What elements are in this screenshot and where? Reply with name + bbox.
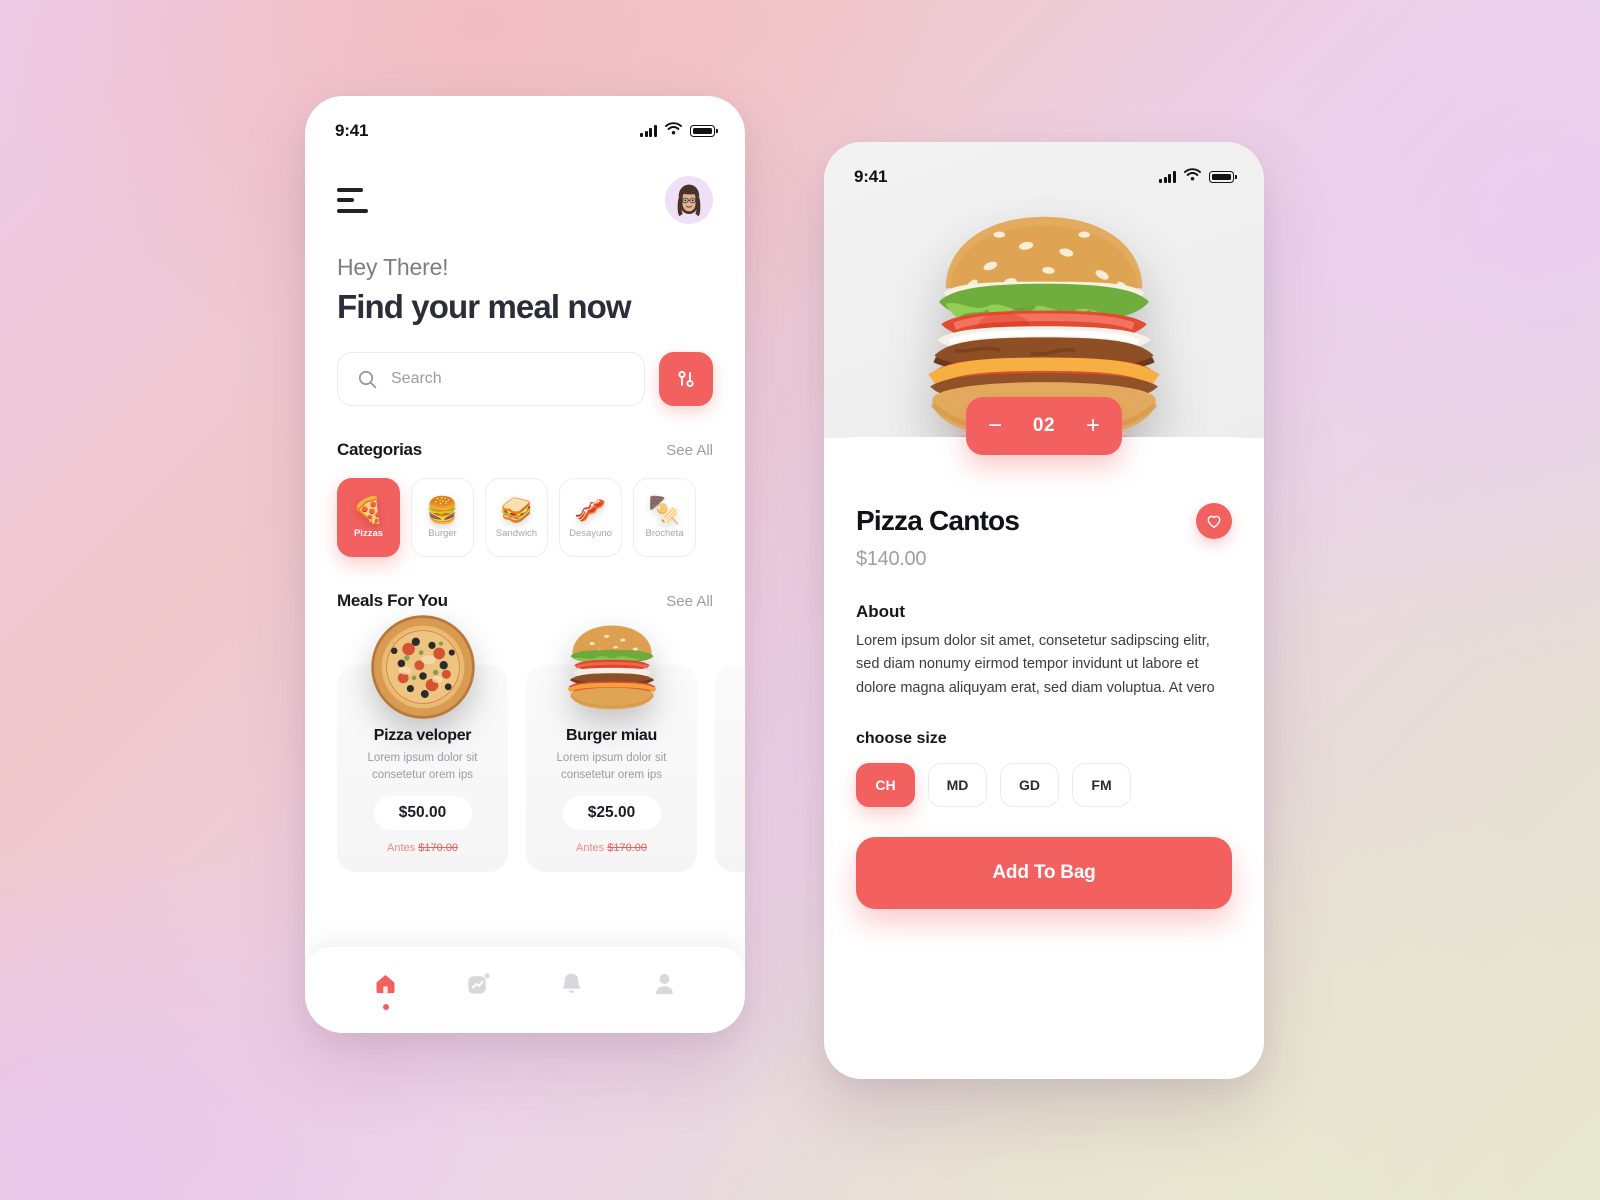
tab-stats[interactable] (465, 970, 492, 1010)
tab-notifications[interactable] (558, 970, 585, 1010)
heart-icon (1207, 515, 1221, 528)
category-item-sandwich[interactable]: 🥪 Sandwich (485, 478, 548, 557)
decrease-quantity-button[interactable]: − (988, 414, 1002, 438)
meal-old-price-label: Antes (576, 842, 605, 855)
category-label: Pizzas (353, 527, 384, 539)
meal-old-price-value: $170.00 (607, 842, 647, 855)
about-text: Lorem ipsum dolor sit amet, consetetur s… (856, 633, 1215, 696)
home-content: Hey There! Find your meal now Categorias (305, 152, 745, 873)
meal-price: $25.00 (562, 796, 661, 831)
category-item-desayuno[interactable]: 🥓 Desayuno (559, 478, 622, 557)
meal-name: Pizza veloper (373, 727, 472, 744)
meals-title: Meals For You (337, 591, 448, 610)
meal-description: Lorem ipsum dolor sit consetetur orem ip… (556, 752, 667, 781)
search-row (337, 352, 713, 406)
dish-price: $140.00 (856, 548, 927, 570)
wifi-icon (1184, 168, 1201, 186)
size-option-ch[interactable]: CH (856, 763, 915, 808)
bell-icon (562, 973, 581, 993)
hamburger-menu-icon[interactable] (337, 182, 368, 219)
home-icon (376, 974, 395, 994)
meals-see-all-link[interactable]: See All (666, 593, 713, 610)
category-item-brocheta[interactable]: 🍢 Brocheta (633, 478, 696, 557)
burger-icon: 🍔 (426, 494, 459, 525)
tab-home[interactable] (372, 970, 399, 1010)
burger-photo (567, 625, 656, 710)
home-topbar (337, 152, 713, 224)
detail-phone-frame: 9:41 − 02 + Pizza Cantos $140.00 About L… (824, 142, 1264, 1079)
category-label: Sandwich (495, 527, 538, 539)
meal-card[interactable]: Pizza veloper Lorem ipsum dolor sit cons… (337, 615, 508, 873)
size-option-fm[interactable]: FM (1072, 763, 1131, 808)
signal-bars-icon (1159, 171, 1176, 183)
search-icon (358, 370, 377, 388)
active-tab-dot (382, 1004, 389, 1010)
status-icons (640, 122, 718, 140)
battery-full-icon (1209, 171, 1237, 183)
battery-full-icon (690, 125, 718, 137)
meal-name: Burger miau (566, 727, 657, 744)
status-time: 9:41 (854, 167, 888, 186)
status-time: 9:41 (335, 121, 369, 140)
favorite-button[interactable] (1196, 503, 1232, 539)
meal-description: Lorem ipsum dolor sit consetetur orem ip… (367, 752, 478, 781)
size-option-gd[interactable]: GD (1000, 763, 1059, 808)
increase-quantity-button[interactable]: + (1086, 414, 1100, 438)
meal-old-price-value: $170.00 (418, 842, 458, 855)
meal-old-price: Antes $170.00 (540, 842, 683, 854)
category-list: 🍕 Pizzas 🍔 Burger 🥪 Sandwich 🥓 Desayuno … (337, 478, 713, 557)
about-heading: About (856, 602, 906, 621)
sandwich-icon: 🥪 (500, 494, 533, 525)
home-phone-frame: 9:41 Hey There! Find your meal now Searc… (305, 96, 745, 1033)
category-label: Desayuno (569, 527, 612, 539)
search-box[interactable] (337, 352, 645, 406)
meal-price: $50.00 (373, 796, 472, 831)
size-option-md[interactable]: MD (928, 763, 987, 808)
pizza-icon: 🍕 (352, 494, 385, 525)
filter-sliders-icon (678, 370, 694, 388)
meal-old-price: Antes $170.00 (351, 842, 494, 854)
home-status-bar: 9:41 (305, 96, 745, 152)
add-to-bag-button[interactable]: Add To Bag (856, 837, 1232, 910)
skewer-icon: 🍢 (648, 494, 681, 525)
wifi-icon (665, 122, 682, 140)
status-icons (1159, 168, 1237, 186)
detail-status-bar: 9:41 (824, 142, 1264, 198)
categories-title: Categorias (337, 440, 422, 459)
categories-header: Categorias See All (337, 440, 713, 460)
chart-square-icon (468, 973, 490, 994)
page-title: Find your meal now (337, 288, 632, 325)
categories-see-all-link[interactable]: See All (666, 442, 713, 459)
meal-card-list: Pizza veloper Lorem ipsum dolor sit cons… (337, 615, 745, 873)
choose-size-heading: choose size (856, 730, 947, 748)
bottom-tab-bar (305, 947, 745, 1033)
meal-card[interactable]: Burger miau Lorem ipsum dolor sit conset… (526, 625, 697, 873)
greeting-text: Hey There! (337, 254, 449, 280)
meals-header: Meals For You See All (337, 591, 713, 611)
breakfast-icon: 🥓 (574, 494, 607, 525)
category-label: Burger (428, 527, 457, 539)
detail-sheet: − 02 + Pizza Cantos $140.00 About Lorem … (824, 397, 1264, 1079)
avatar-memoji-icon (665, 176, 713, 224)
person-icon (656, 974, 673, 995)
quantity-stepper[interactable]: − 02 + (966, 397, 1122, 455)
size-option-list: CH MD GD FM (856, 763, 1232, 808)
quantity-value: 02 (1032, 415, 1056, 436)
tab-profile[interactable] (651, 970, 678, 1010)
dish-title: Pizza Cantos (856, 505, 1020, 536)
meal-old-price-label: Antes (387, 842, 416, 855)
hero-image-area: 9:41 (824, 142, 1264, 452)
category-label: Brocheta (645, 527, 684, 539)
category-item-pizzas[interactable]: 🍕 Pizzas (337, 478, 400, 557)
search-input[interactable] (391, 370, 624, 388)
user-avatar[interactable] (665, 176, 713, 224)
filter-button[interactable] (659, 352, 713, 406)
signal-bars-icon (640, 125, 657, 137)
meal-card-partial[interactable] (715, 665, 745, 873)
pizza-photo (370, 615, 475, 719)
category-item-burger[interactable]: 🍔 Burger (411, 478, 474, 557)
